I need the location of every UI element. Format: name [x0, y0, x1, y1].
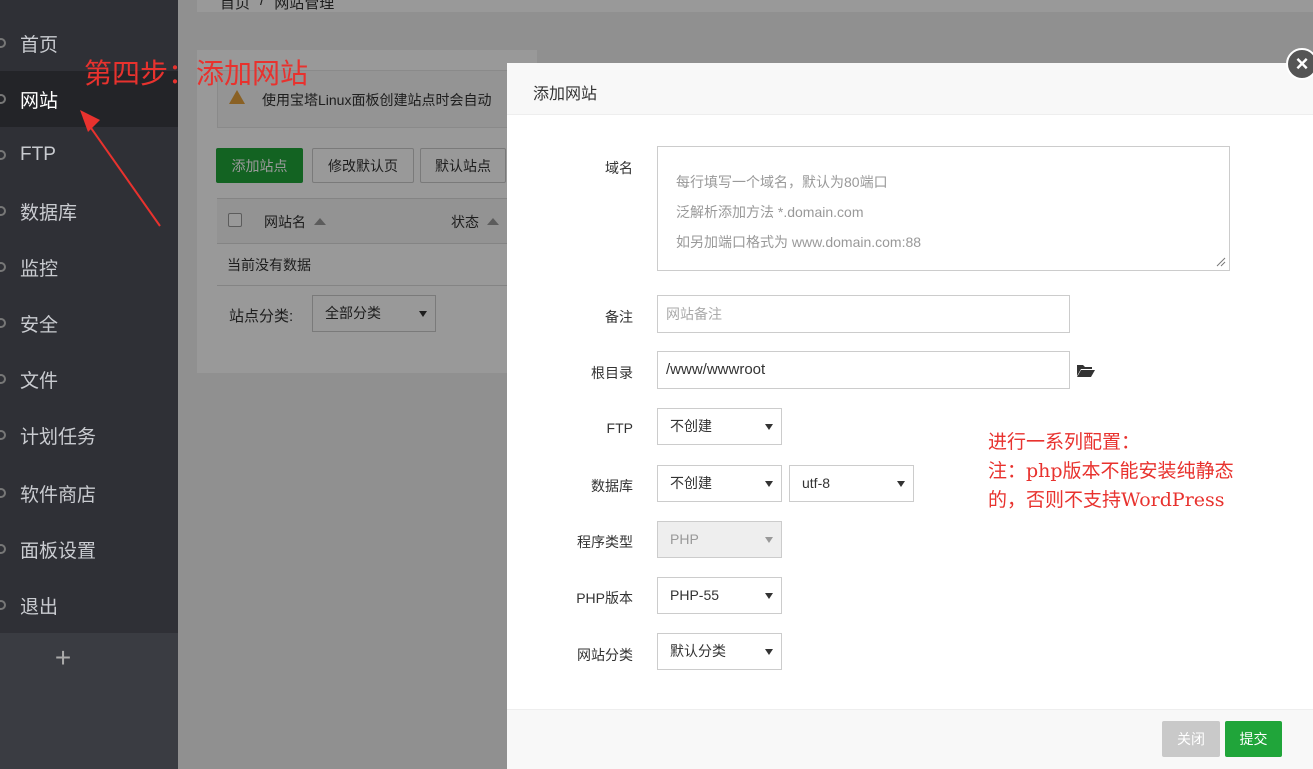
remark-input[interactable]: 网站备注 — [657, 295, 1070, 333]
monitor-icon — [0, 262, 6, 272]
chevron-down-icon — [765, 649, 773, 655]
home-icon — [0, 38, 6, 48]
chevron-down-icon — [897, 481, 905, 487]
annotation-config: 进行一系列配置： 注：php版本不能安装纯静态 的，否则不支持WordPress — [988, 428, 1234, 515]
chevron-down-icon — [765, 537, 773, 543]
sidebar-item-security[interactable]: 安全 — [0, 295, 178, 351]
php-version-label: PHP版本 — [576, 590, 633, 606]
root-dir-label: 根目录 — [591, 365, 633, 381]
site-category-label: 网站分类 — [577, 647, 633, 663]
chevron-down-icon — [765, 481, 773, 487]
sidebar-item-app-store[interactable]: 软件商店 — [0, 465, 178, 521]
domain-label: 域名 — [605, 160, 633, 176]
ftp-icon — [0, 150, 6, 160]
shield-icon — [0, 318, 6, 328]
domain-placeholder-line: 如另加端口格式为 www.domain.com:88 — [676, 234, 922, 250]
root-dir-input[interactable]: /www/wwwroot — [657, 351, 1070, 389]
program-type-label: 程序类型 — [577, 534, 633, 550]
sidebar-footer — [0, 633, 178, 769]
domain-placeholder-line: 每行填写一个域名，默认为80端口 — [676, 174, 888, 190]
sidebar-item-cron[interactable]: 计划任务 — [0, 407, 178, 463]
annotation-arrow-icon — [80, 110, 161, 227]
store-icon — [0, 488, 6, 498]
clock-icon — [0, 430, 6, 440]
gear-icon — [0, 544, 6, 554]
folder-open-icon[interactable] — [1076, 363, 1096, 378]
annotation-config-line: 的，否则不支持WordPress — [988, 489, 1225, 511]
annotation-step: 第四步：添加网站 — [84, 57, 309, 90]
chevron-down-icon — [765, 424, 773, 430]
folder-icon — [0, 374, 6, 384]
domain-placeholder-line: 泛解析添加方法 *.domain.com — [676, 204, 864, 220]
annotation-config-line: 注：php版本不能安装纯静态 — [988, 460, 1234, 482]
modal-title: 添加网站 — [533, 86, 598, 103]
program-type-select: PHP — [657, 521, 782, 558]
globe-icon — [0, 94, 6, 104]
submit-button[interactable]: 提交 — [1225, 721, 1282, 757]
charset-select[interactable]: utf-8 — [789, 465, 914, 502]
sidebar-item-files[interactable]: 文件 — [0, 351, 178, 407]
chevron-down-icon — [765, 593, 773, 599]
database-select[interactable]: 不创建 — [657, 465, 782, 502]
sidebar-item-panel-settings[interactable]: 面板设置 — [0, 521, 178, 577]
modal-header: 添加网站 — [507, 63, 1313, 115]
database-icon — [0, 206, 6, 216]
sidebar-item-monitor[interactable]: 监控 — [0, 239, 178, 295]
logout-icon — [0, 600, 6, 610]
ftp-label: FTP — [606, 420, 633, 436]
site-category-select[interactable]: 默认分类 — [657, 633, 782, 670]
close-button[interactable]: 关闭 — [1162, 721, 1220, 757]
domain-textarea[interactable]: 每行填写一个域名，默认为80端口 泛解析添加方法 *.domain.com 如另… — [657, 146, 1230, 271]
remark-label: 备注 — [605, 309, 633, 325]
sidebar-item-logout[interactable]: 退出 — [0, 577, 178, 633]
modal-close-button[interactable]: × — [1286, 48, 1313, 80]
database-label: 数据库 — [591, 478, 633, 494]
ftp-select[interactable]: 不创建 — [657, 408, 782, 445]
annotation-config-line: 进行一系列配置： — [988, 431, 1141, 453]
add-icon[interactable]: + — [50, 640, 76, 676]
resize-grip-icon[interactable] — [1216, 257, 1226, 267]
php-version-select[interactable]: PHP-55 — [657, 577, 782, 614]
